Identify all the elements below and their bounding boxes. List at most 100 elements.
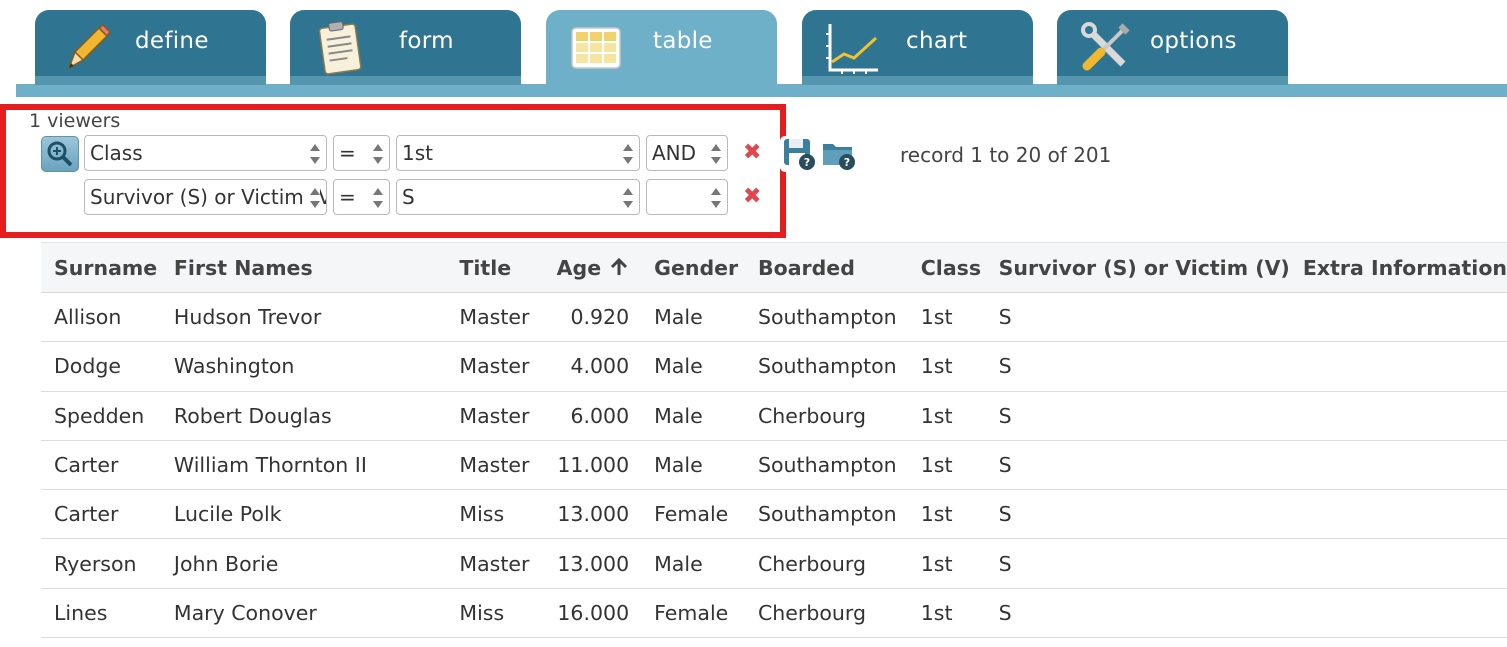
table-cell: Master — [446, 292, 540, 343]
load-filter-button[interactable]: ? — [820, 136, 858, 172]
svg-text:?: ? — [844, 156, 850, 169]
table-cell: Southampton — [744, 440, 908, 491]
table-cell — [1289, 538, 1507, 589]
filter-value-select-2[interactable]: S — [396, 179, 640, 215]
table-cell: Male — [641, 538, 745, 589]
table-cell: 1st — [907, 538, 986, 589]
data-table: Surname First Names Title Age Gender Boa… — [41, 242, 1507, 639]
svg-text:?: ? — [804, 156, 810, 169]
filter-field-select-2[interactable]: Survivor (S) or Victim (V) — [84, 179, 327, 215]
table-cell: Cherbourg — [744, 391, 908, 441]
table-cell — [1289, 489, 1507, 540]
clipboard-icon — [318, 21, 362, 75]
column-header-survivor[interactable]: Survivor (S) or Victim (V) — [985, 242, 1290, 293]
remove-filter-row-2-icon[interactable]: ✖ — [743, 186, 761, 208]
table-cell — [1289, 292, 1507, 343]
table-cell: Lines — [41, 588, 161, 639]
table-row[interactable]: Dodge Washington Master 4.000 Male Southampto… — [41, 341, 1507, 392]
table-row[interactable]: Spedden Robert Douglas Master 6.000 Male Cher… — [41, 391, 1507, 441]
table-grid-icon — [571, 27, 621, 69]
select-arrows-icon — [373, 188, 383, 208]
table-cell: Spedden — [41, 391, 161, 441]
table-cell: Robert Douglas — [160, 391, 447, 441]
table-cell: Carter — [41, 440, 161, 491]
table-cell: Male — [641, 292, 745, 343]
tab-label: table — [653, 28, 713, 54]
column-header-first-names[interactable]: First Names — [160, 242, 447, 293]
tab-chart[interactable]: chart — [802, 10, 1033, 85]
table-cell: Lucile Polk — [160, 489, 447, 540]
table-header-row: Surname First Names Title Age Gender Boa… — [41, 242, 1507, 293]
save-filter-button[interactable]: ? — [780, 136, 818, 172]
tab-form[interactable]: form — [290, 10, 521, 85]
select-arrows-icon — [711, 144, 721, 164]
remove-filter-row-1-icon[interactable]: ✖ — [743, 142, 761, 164]
table-cell: Master — [446, 341, 540, 392]
table-cell: Carter — [41, 489, 161, 540]
tab-bar: define form table chart options — [0, 0, 1507, 98]
table-cell: Southampton — [744, 292, 908, 343]
table-cell: John Borie — [160, 538, 447, 589]
filter-operator-select-2[interactable]: = — [333, 179, 390, 215]
column-header-label: Age — [556, 255, 602, 280]
table-cell: Ryerson — [41, 538, 161, 589]
column-header-boarded[interactable]: Boarded — [744, 242, 908, 293]
table-cell: S — [985, 489, 1290, 540]
tab-define[interactable]: define — [35, 10, 266, 85]
column-header-title[interactable]: Title — [446, 242, 540, 293]
table-cell: 13.000 — [539, 538, 642, 589]
filter-logic-select-1[interactable]: AND — [646, 135, 728, 171]
table-cell — [1289, 341, 1507, 392]
select-arrows-icon — [310, 144, 320, 164]
table-cell: 13.000 — [539, 489, 642, 540]
sort-ascending-icon — [611, 257, 628, 275]
filter-field-select-1[interactable]: Class — [84, 135, 327, 171]
line-chart-icon — [826, 24, 878, 74]
filter-value-select-1[interactable]: 1st — [396, 135, 640, 171]
table-cell: S — [985, 292, 1290, 343]
table-cell: S — [985, 538, 1290, 589]
table-cell: Master — [446, 538, 540, 589]
column-header-class[interactable]: Class — [907, 242, 986, 293]
record-count: record 1 to 20 of 201 — [900, 143, 1112, 167]
table-cell: Master — [446, 440, 540, 491]
magnifier-icon — [47, 141, 73, 167]
tab-table[interactable]: table — [546, 10, 777, 97]
filter-logic-select-2[interactable] — [646, 179, 728, 215]
column-header-surname[interactable]: Surname — [41, 242, 161, 293]
table-cell: Male — [641, 341, 745, 392]
table-cell: Cherbourg — [744, 588, 908, 639]
select-arrows-icon — [373, 144, 383, 164]
filter-operator-select-1[interactable]: = — [333, 135, 390, 171]
table-cell: Male — [641, 440, 745, 491]
pencil-icon — [67, 24, 111, 70]
table-cell: 1st — [907, 588, 986, 639]
select-value: = — [339, 185, 356, 209]
select-value: Survivor (S) or Victim (V) — [90, 185, 327, 209]
table-cell: 4.000 — [539, 341, 642, 392]
select-value: S — [402, 185, 415, 209]
table-cell: 1st — [907, 391, 986, 441]
table-row[interactable]: Carter William Thornton II Master 11.000 Mal… — [41, 440, 1507, 491]
column-header-extra-information[interactable]: Extra Information — [1289, 242, 1507, 293]
table-cell — [1289, 588, 1507, 639]
table-row[interactable]: Lines Mary Conover Miss 16.000 Female Cherbou… — [41, 588, 1507, 639]
table-cell: 1st — [907, 341, 986, 392]
table-cell: 11.000 — [539, 440, 642, 491]
table-cell: 1st — [907, 489, 986, 540]
table-cell — [1289, 391, 1507, 441]
table-row[interactable]: Ryerson John Borie Master 13.000 Male Cherbou… — [41, 538, 1507, 589]
table-cell: Southampton — [744, 341, 908, 392]
table-row[interactable]: Carter Lucile Polk Miss 13.000 Female Southam… — [41, 489, 1507, 540]
table-cell: Male — [641, 391, 745, 441]
table-cell: Mary Conover — [160, 588, 447, 639]
table-cell: Female — [641, 489, 745, 540]
table-row[interactable]: Allison Hudson Trevor Master 0.920 Male South… — [41, 292, 1507, 343]
table-cell: Master — [446, 391, 540, 441]
table-cell: Miss — [446, 588, 540, 639]
column-header-age[interactable]: Age — [539, 242, 642, 293]
table-cell: Hudson Trevor — [160, 292, 447, 343]
filter-search-button[interactable] — [41, 136, 79, 172]
column-header-gender[interactable]: Gender — [641, 242, 745, 293]
tab-options[interactable]: options — [1057, 10, 1288, 85]
